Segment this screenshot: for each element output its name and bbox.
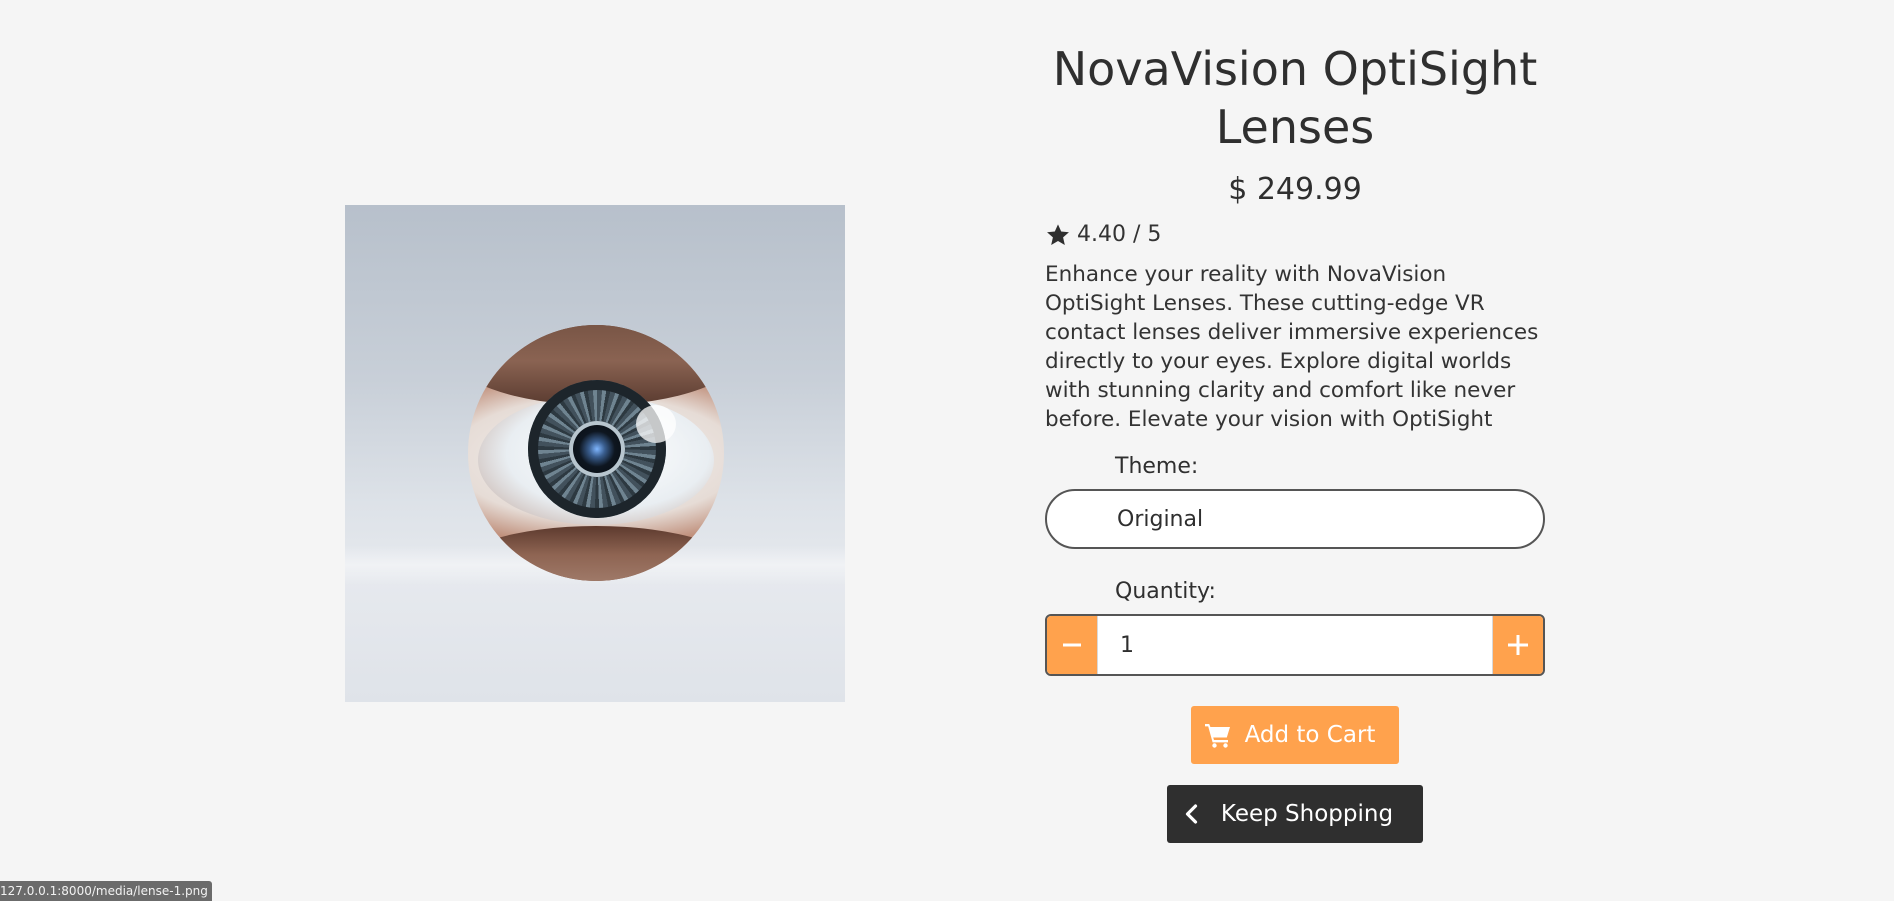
product-image[interactable] <box>345 205 845 702</box>
cart-icon <box>1204 724 1230 748</box>
product-details: NovaVision OptiSight Lenses $ 249.99 4.4… <box>1045 40 1545 843</box>
eye-lower-lid <box>468 526 724 581</box>
action-buttons: Add to Cart Keep Shopping <box>1045 676 1545 843</box>
eye-pupil <box>569 421 625 477</box>
product-price: $ 249.99 <box>1228 172 1362 207</box>
theme-label: Theme: <box>1115 454 1199 479</box>
add-to-cart-label: Add to Cart <box>1244 722 1376 748</box>
status-bar-url: 127.0.0.1:8000/media/lense-1.png <box>0 881 212 901</box>
product-description: Enhance your reality with NovaVision Opt… <box>1045 262 1539 432</box>
quantity-stepper: 1 <box>1045 614 1545 676</box>
keep-shopping-label: Keep Shopping <box>1220 801 1394 827</box>
plus-icon <box>1508 635 1528 655</box>
minus-icon <box>1063 643 1081 647</box>
rating-value: 4.40 / 5 <box>1077 222 1162 247</box>
add-to-cart-button[interactable]: Add to Cart <box>1190 706 1400 764</box>
keep-shopping-button[interactable]: Keep Shopping <box>1166 785 1424 843</box>
quantity-input[interactable]: 1 <box>1097 616 1493 674</box>
product-title: NovaVision OptiSight Lenses <box>1052 42 1538 154</box>
product-rating: 4.40 / 5 <box>1045 220 1545 250</box>
chevron-left-icon <box>1185 804 1198 824</box>
star-icon <box>1047 224 1069 246</box>
theme-selected-value: Original <box>1117 506 1204 532</box>
theme-select[interactable]: Original <box>1045 489 1545 549</box>
eye-reflection <box>636 405 676 443</box>
quantity-decrement-button[interactable] <box>1047 616 1097 674</box>
quantity-increment-button[interactable] <box>1493 616 1543 674</box>
eye-lens-image <box>468 325 724 581</box>
quantity-label: Quantity: <box>1115 579 1216 604</box>
